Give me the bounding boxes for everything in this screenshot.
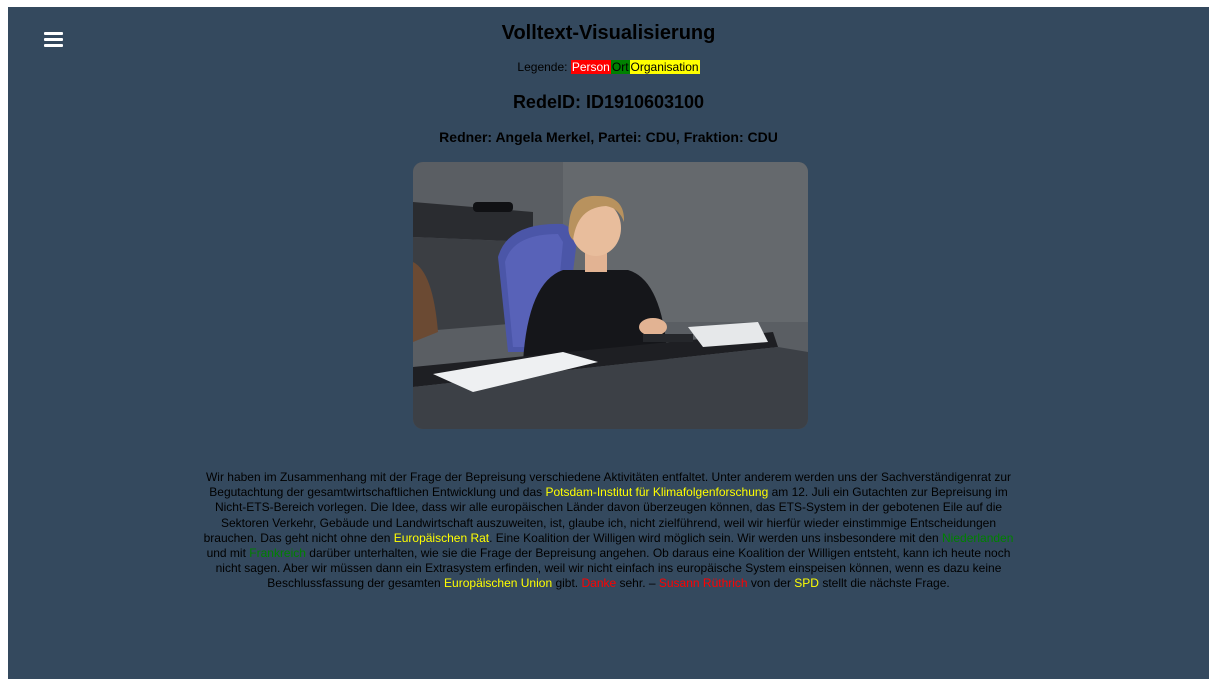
speaker-photo [413,162,808,429]
main-panel: Volltext-Visualisierung Legende: Person O… [8,7,1209,679]
speech-segment: und mit [206,546,250,561]
legend: Legende: Person Ort Organisation [8,60,1209,74]
entity-person: Susann Rüthrich [658,576,748,591]
entity-organisation: SPD [794,576,819,591]
entity-organisation: Europäischen Union [444,576,553,591]
entity-ort: Niederlanden [942,530,1014,545]
speech-segment: stellt die nächste Frage. [818,576,950,591]
speech-segment: von der [747,576,795,591]
speech-segment: sehr. – [616,576,659,591]
entity-organisation: Potsdam-Institut für Klimafolgenforschun… [545,485,769,500]
entity-person: Danke [581,576,617,591]
speech-segment: gibt. [552,576,582,591]
page-title: Volltext-Visualisierung [501,22,716,44]
entity-organisation: Europäischen Rat [393,530,490,545]
legend-label: Legende: [517,60,568,74]
legend-organisation-tag: Organisation [629,60,700,74]
rede-id-heading: RedeID: ID1910603100 [512,92,705,112]
entity-ort: Frankreich [249,546,306,561]
speech-text: Wir haben im Zusammenhang mit der Frage … [203,470,1014,592]
speech-segment: . Eine Koalition der Willigen wird mögli… [489,530,943,545]
speaker-info-heading: Redner: Angela Merkel, Partei: CDU, Frak… [439,129,778,145]
legend-person-tag: Person [570,60,611,74]
legend-ort-tag: Ort [610,60,630,74]
